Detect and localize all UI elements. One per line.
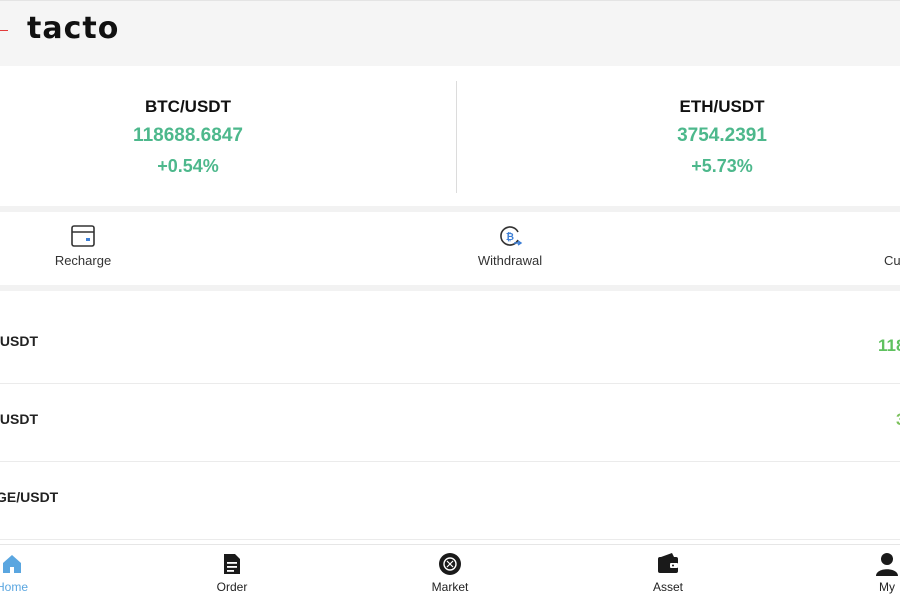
ticker-price: 118688.6847	[133, 125, 243, 146]
market-price: 118	[878, 336, 900, 355]
market-row[interactable]: /USDT 118	[0, 306, 900, 384]
customer-service-label: Cu	[884, 253, 900, 268]
quick-actions: Recharge ₿ Withdrawal Cu	[0, 212, 900, 285]
market-price: 3	[896, 410, 900, 430]
market-row[interactable]: GE/USDT	[0, 462, 900, 540]
bitcoin-withdraw-icon: ₿	[500, 226, 523, 246]
tab-asset[interactable]: Asset	[642, 545, 694, 600]
user-icon	[876, 553, 898, 576]
card-icon	[71, 225, 95, 247]
ticker-change: +5.73%	[691, 156, 753, 176]
withdrawal-label: Withdrawal	[477, 253, 543, 268]
recharge-label: Recharge	[54, 253, 112, 268]
wallet-icon	[658, 553, 678, 573]
market-list: /USDT 118 /USDT 3 GE/USDT	[0, 291, 900, 545]
tab-home[interactable]: Home	[0, 545, 40, 600]
app-header: tacto	[0, 0, 900, 66]
market-symbol: /USDT	[0, 333, 38, 349]
tab-label: Asset	[652, 580, 683, 594]
home-icon	[3, 555, 21, 573]
customer-service-button[interactable]: Cu	[870, 212, 900, 285]
tab-label: Home	[0, 580, 28, 594]
tab-label: My	[879, 580, 895, 594]
recharge-button[interactable]: Recharge	[40, 212, 126, 285]
svg-text:₿: ₿	[506, 231, 514, 243]
ticker-panel: BTC/USDT 118688.6847 +0.54% ETH/USDT 375…	[0, 66, 900, 206]
header-accent-line	[0, 30, 8, 31]
market-symbol: /USDT	[0, 411, 38, 427]
tab-label: Order	[216, 580, 248, 594]
ticker-card-btc[interactable]: BTC/USDT 118688.6847 +0.54%	[0, 66, 376, 206]
brand-logo[interactable]: tacto	[27, 11, 119, 46]
tab-order[interactable]: Order	[206, 545, 258, 600]
tab-label: Market	[431, 580, 469, 594]
ticker-change: +0.54%	[157, 156, 219, 176]
bottom-tab-bar: Home Order Market Asset My	[0, 544, 900, 600]
market-row[interactable]: /USDT 3	[0, 384, 900, 462]
document-icon	[224, 554, 240, 574]
ticker-pair: ETH/USDT	[679, 97, 765, 116]
market-icon	[439, 553, 461, 575]
ticker-pair: BTC/USDT	[145, 97, 231, 116]
tab-market[interactable]: Market	[424, 545, 476, 600]
withdrawal-button[interactable]: ₿ Withdrawal	[460, 212, 560, 285]
tab-my[interactable]: My	[866, 545, 900, 600]
customer-service-icon	[890, 223, 900, 249]
market-symbol: GE/USDT	[0, 489, 59, 505]
ticker-price: 3754.2391	[677, 125, 767, 146]
ticker-card-eth[interactable]: ETH/USDT 3754.2391 +5.73%	[456, 66, 900, 206]
